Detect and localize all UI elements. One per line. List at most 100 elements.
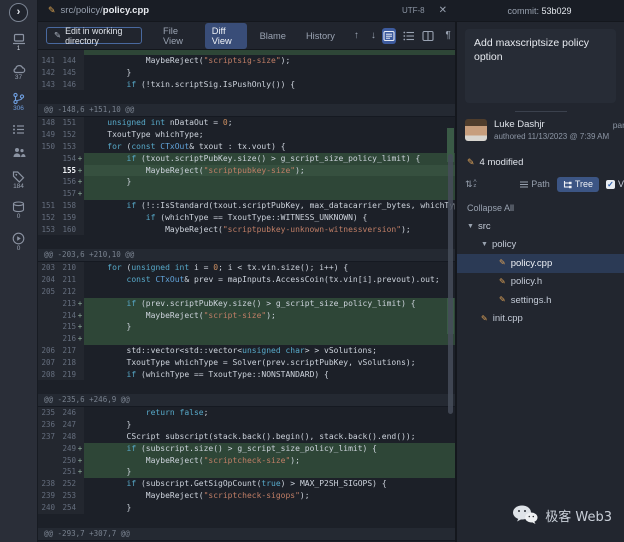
rail-item-branches[interactable]: 306: [12, 92, 25, 113]
code-text: MaybeReject("scriptsig-size");: [84, 55, 455, 67]
badge: 1: [17, 46, 21, 53]
next-hunk-icon[interactable]: ↓: [371, 30, 376, 41]
code-text: if (whichType == TxoutType::NONSTANDARD)…: [84, 369, 455, 381]
collapse-all-button[interactable]: Collapse All: [457, 203, 624, 213]
rail-item-tags[interactable]: 184: [12, 170, 25, 191]
modified-count: 4 modified: [480, 157, 524, 168]
old-line-number: 235: [38, 407, 58, 419]
folder-label: policy: [492, 239, 516, 250]
viewed-label: V: [618, 179, 624, 189]
old-line-number: 149: [38, 129, 58, 141]
diff-line: 204211 const CTxOut& prev = mapInputs.Ac…: [38, 274, 455, 286]
close-icon[interactable]: ✕: [439, 5, 447, 16]
rail-item-runs[interactable]: 0: [12, 232, 25, 253]
sort-icon[interactable]: ⇅AZ: [465, 179, 477, 190]
code-text: std::vector<std::vector<unsigned char> >…: [84, 345, 455, 357]
change-marker: [76, 490, 84, 502]
rail-item-cloud[interactable]: 37: [12, 64, 26, 82]
viewed-checkbox[interactable]: ✓: [606, 180, 615, 189]
new-line-number: 251: [58, 466, 76, 478]
tree-folder-policy[interactable]: ▼ policy: [457, 236, 624, 255]
tab-blame[interactable]: Blame: [253, 28, 293, 44]
change-marker: [76, 407, 84, 419]
diff-line: 206217 std::vector<std::vector<unsigned …: [38, 345, 455, 357]
tree-view-button[interactable]: Tree: [557, 177, 599, 192]
modified-pencil-icon: ✎: [481, 315, 488, 323]
commit-hash[interactable]: 53b029: [541, 6, 571, 16]
old-line-number: 204: [38, 274, 58, 286]
tab-file-view[interactable]: File View: [156, 23, 199, 49]
commit-message[interactable]: Add maxscriptsize policy option: [465, 29, 616, 103]
team-icon: [12, 147, 26, 158]
change-marker: +: [76, 153, 84, 165]
hunk-header: @@ -293,7 +307,7 @@: [38, 528, 455, 541]
diff-line: 236247 }: [38, 419, 455, 431]
rail-item-workspace[interactable]: 1: [12, 33, 26, 53]
diff-line: 152159 if (whichType == TxoutType::WITNE…: [38, 212, 455, 224]
tab-diff-view[interactable]: Diff View: [205, 23, 247, 49]
panel-toggle-button[interactable]: ›: [9, 3, 28, 22]
rail-item-team[interactable]: [12, 147, 26, 159]
change-marker: +: [76, 466, 84, 478]
old-line-number: [38, 176, 58, 188]
whitespace-icon[interactable]: ¶: [441, 28, 455, 44]
code-text: [84, 333, 455, 345]
split-view-icon[interactable]: [421, 28, 435, 44]
code-text: unsigned int nDataOut = 0;: [84, 117, 455, 129]
diff-line: 155+ MaybeReject("scriptpubkey-size");: [38, 165, 455, 177]
rail-item-checklist[interactable]: [12, 124, 25, 136]
parent-label[interactable]: par: [613, 120, 624, 130]
hunk-gap: [38, 380, 455, 394]
tree-file-settings-h[interactable]: ✎ settings.h: [457, 291, 624, 310]
new-line-number: 219: [58, 369, 76, 381]
new-line-number: 212: [58, 286, 76, 298]
diff-line: 215+ }: [38, 321, 455, 333]
path-view-button[interactable]: Path: [520, 179, 550, 189]
scrollbar-thumb[interactable]: [448, 154, 453, 414]
word-wrap-icon[interactable]: [402, 28, 416, 44]
diff-toolbar: ✎ Edit in working directory File View Di…: [38, 22, 455, 50]
code-text: [84, 286, 455, 298]
folder-label: src: [478, 221, 491, 232]
new-line-number: 157: [58, 188, 76, 200]
tree-file-policy-cpp[interactable]: ✎ policy.cpp: [457, 254, 624, 273]
new-line-number: 216: [58, 333, 76, 345]
diff-line: 142145 }: [38, 67, 455, 79]
code-text: MaybeReject("scriptpubkey-unknown-witnes…: [84, 224, 455, 236]
file-label: policy.cpp: [511, 258, 553, 269]
scrollbar[interactable]: [447, 50, 454, 542]
hunk-gap: [38, 514, 455, 528]
prev-hunk-icon[interactable]: ↑: [354, 30, 359, 41]
watermark-text: 极客 Web3: [545, 506, 612, 525]
old-line-number: 152: [38, 212, 58, 224]
tree-folder-src[interactable]: ▼ src: [457, 217, 624, 236]
old-line-number: [38, 165, 58, 177]
checklist-icon: [12, 124, 25, 135]
change-marker: [76, 262, 84, 274]
code-text: }: [84, 176, 455, 188]
rail-item-stashes[interactable]: 0: [12, 201, 25, 221]
tree-file-init-cpp[interactable]: ✎ init.cpp: [457, 310, 624, 329]
new-line-number: 215: [58, 321, 76, 333]
file-label: init.cpp: [493, 313, 523, 324]
new-line-number: 144: [58, 55, 76, 67]
old-line-number: 240: [38, 502, 58, 514]
tab-history[interactable]: History: [299, 28, 342, 44]
tree-file-policy-h[interactable]: ✎ policy.h: [457, 273, 624, 292]
diff-line: 240254 }: [38, 502, 455, 514]
code-text: MaybeReject("scriptpubkey-size");: [84, 165, 455, 177]
code-text: return false;: [84, 407, 455, 419]
modified-pencil-icon: ✎: [499, 259, 506, 267]
code-text: MaybeReject("scriptcheck-sigops");: [84, 490, 455, 502]
diff-line: 149152 TxoutType whichType;: [38, 129, 455, 141]
edit-in-working-directory-button[interactable]: ✎ Edit in working directory: [46, 27, 142, 44]
commit-label: commit:: [507, 6, 539, 16]
diff-line: 214+ MaybeReject("script-size");: [38, 310, 455, 322]
old-line-number: [38, 333, 58, 345]
old-line-number: 143: [38, 79, 58, 91]
new-line-number: 146: [58, 79, 76, 91]
diff-line: 150153 for (const CTxOut& txout : tx.vou…: [38, 141, 455, 153]
diff-line: 216+: [38, 333, 455, 345]
code-text: const CTxOut& prev = mapInputs.AccessCoi…: [84, 274, 455, 286]
unified-view-icon[interactable]: [382, 28, 396, 44]
